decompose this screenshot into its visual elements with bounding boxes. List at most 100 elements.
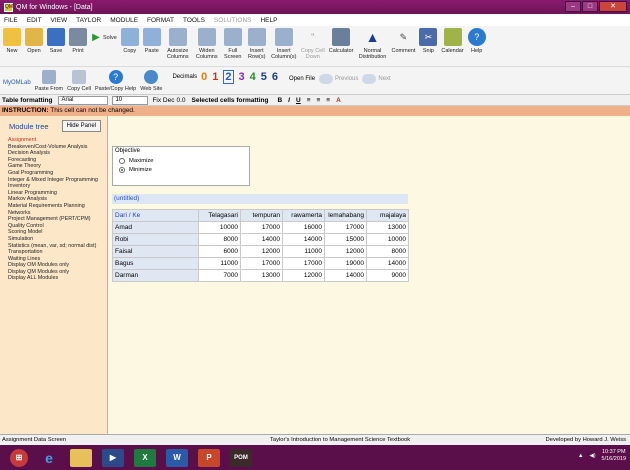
table-cell[interactable]: 17000: [240, 221, 283, 234]
table-cell[interactable]: 17000: [282, 257, 325, 270]
table-cell[interactable]: 17000: [324, 221, 367, 234]
file-explorer-icon[interactable]: [70, 448, 92, 467]
tree-item[interactable]: Quality Control: [8, 223, 107, 230]
tree-item[interactable]: Networks: [8, 210, 107, 217]
insert-columns-button[interactable]: Insert Column(s): [271, 28, 297, 60]
tree-item[interactable]: Goal Programming: [8, 170, 107, 177]
decimals-6[interactable]: 6: [272, 71, 278, 83]
browser-icon[interactable]: e: [38, 449, 60, 467]
tree-item[interactable]: Scoring Model: [8, 229, 107, 236]
row-label-cell[interactable]: Darman: [112, 269, 199, 282]
table-cell[interactable]: 16000: [282, 221, 325, 234]
header-cell[interactable]: rawamerta: [282, 209, 325, 222]
tree-item[interactable]: Forecasting: [8, 157, 107, 164]
header-cell[interactable]: tempuran: [240, 209, 283, 222]
calculator-button[interactable]: Calculator: [329, 28, 354, 54]
maximize-button[interactable]: □: [582, 1, 598, 12]
media-player-icon[interactable]: ▶: [102, 448, 124, 467]
calendar-button[interactable]: Calendar: [441, 28, 464, 54]
solve-button[interactable]: ▶ Solve: [91, 32, 117, 44]
table-cell[interactable]: 19000: [324, 257, 367, 270]
tree-item[interactable]: Game Theory: [8, 163, 107, 170]
menu-edit[interactable]: EDIT: [27, 17, 42, 24]
decimals-5[interactable]: 5: [261, 71, 267, 83]
font-size-select[interactable]: 10: [112, 95, 149, 105]
table-cell[interactable]: 6000: [198, 245, 241, 258]
widen-columns-button[interactable]: Widen Columns: [195, 28, 219, 60]
menu-tools[interactable]: TOOLS: [183, 17, 205, 24]
table-cell[interactable]: 13000: [366, 221, 409, 234]
font-select[interactable]: Arial: [58, 95, 109, 105]
tree-item[interactable]: Display QM Modules only: [8, 269, 107, 276]
table-cell[interactable]: 9000: [366, 269, 409, 282]
maximize-option[interactable]: Maximize: [119, 158, 249, 164]
autosize-columns-button[interactable]: Autosize Columns: [165, 28, 191, 60]
fix-dec-value[interactable]: 0.0: [176, 97, 185, 104]
paste-button[interactable]: Paste: [142, 28, 161, 54]
table-cell[interactable]: 14000: [324, 269, 367, 282]
paste-copy-help-button[interactable]: ? Paste/Copy Help: [95, 70, 136, 92]
underline-button[interactable]: U: [296, 97, 301, 104]
tree-item[interactable]: Linear Programming: [8, 190, 107, 197]
open-button[interactable]: Open: [25, 28, 43, 54]
open-file-button[interactable]: Open File: [289, 76, 315, 82]
menu-taylor[interactable]: TAYLOR: [76, 17, 101, 24]
row-label-cell[interactable]: Faisal: [112, 245, 199, 258]
fix-dec-label[interactable]: Fix Dec: [152, 97, 174, 104]
tree-item[interactable]: Statistics (mean, var, sd; normal dist): [8, 243, 107, 250]
tree-item[interactable]: Display ALL Modules: [8, 275, 107, 282]
table-cell[interactable]: 12000: [282, 269, 325, 282]
decimals-3[interactable]: 3: [239, 71, 245, 83]
comment-button[interactable]: ✎ Comment: [392, 28, 416, 55]
table-cell[interactable]: 12000: [240, 245, 283, 258]
header-cell[interactable]: Dari / Ke: [112, 209, 199, 222]
start-button-icon[interactable]: ⊞: [10, 448, 28, 467]
table-cell[interactable]: 12000: [324, 245, 367, 258]
tree-item[interactable]: Material Requirements Planning: [8, 203, 107, 210]
row-label-cell[interactable]: Amad: [112, 221, 199, 234]
network-icon[interactable]: ▲: [578, 453, 583, 459]
word-icon[interactable]: W: [166, 448, 188, 467]
myomlab-button[interactable]: MyOMLab: [3, 80, 31, 86]
italic-button[interactable]: I: [288, 97, 290, 104]
table-cell[interactable]: 11000: [198, 257, 241, 270]
clock[interactable]: 10:37 PM 5/16/2019: [602, 449, 626, 463]
snip-button[interactable]: ✂ Snip: [419, 28, 438, 54]
table-cell[interactable]: 13000: [240, 269, 283, 282]
header-cell[interactable]: lemahabang: [324, 209, 367, 222]
menu-file[interactable]: FILE: [4, 17, 18, 24]
new-button[interactable]: New: [3, 28, 21, 54]
maximize-radio[interactable]: [119, 158, 125, 164]
decimals-0[interactable]: 0: [201, 71, 207, 83]
normal-distribution-button[interactable]: ▲ Normal Distribution: [358, 28, 388, 60]
decimals-1[interactable]: 1: [212, 71, 218, 83]
table-cell[interactable]: 8000: [366, 245, 409, 258]
minimize-option[interactable]: Minimize: [119, 167, 249, 173]
table-cell[interactable]: 14000: [366, 257, 409, 270]
tree-item[interactable]: Display OM Modules only: [8, 262, 107, 269]
tree-item[interactable]: Waiting Lines: [8, 256, 107, 263]
table-cell[interactable]: 17000: [240, 257, 283, 270]
minimize-radio[interactable]: [119, 167, 125, 173]
next-button[interactable]: Next: [362, 74, 391, 84]
tree-item[interactable]: Inventory: [8, 183, 107, 190]
table-cell[interactable]: 10000: [198, 221, 241, 234]
tree-item[interactable]: Integer & Mixed Integer Programming: [8, 177, 107, 184]
decimals-4[interactable]: 4: [250, 71, 256, 83]
close-button[interactable]: ✕: [599, 1, 627, 12]
table-cell[interactable]: 14000: [240, 233, 283, 246]
menu-format[interactable]: FORMAT: [147, 17, 174, 24]
table-cell[interactable]: 15000: [324, 233, 367, 246]
copy-cell-down-button[interactable]: " Copy Cell Down: [301, 28, 325, 60]
table-cell[interactable]: 8000: [198, 233, 241, 246]
table-cell[interactable]: 7000: [198, 269, 241, 282]
align-right-icon[interactable]: ≡: [326, 97, 330, 104]
align-left-icon[interactable]: ≡: [307, 97, 311, 104]
print-button[interactable]: Print: [69, 28, 87, 54]
paste-from-button[interactable]: Paste From: [35, 70, 63, 92]
minimize-button[interactable]: –: [565, 1, 581, 12]
decimals-2[interactable]: 2: [223, 70, 234, 84]
tree-item[interactable]: Markov Analysis: [8, 196, 107, 203]
powerpoint-icon[interactable]: P: [198, 448, 220, 467]
excel-icon[interactable]: X: [134, 448, 156, 467]
